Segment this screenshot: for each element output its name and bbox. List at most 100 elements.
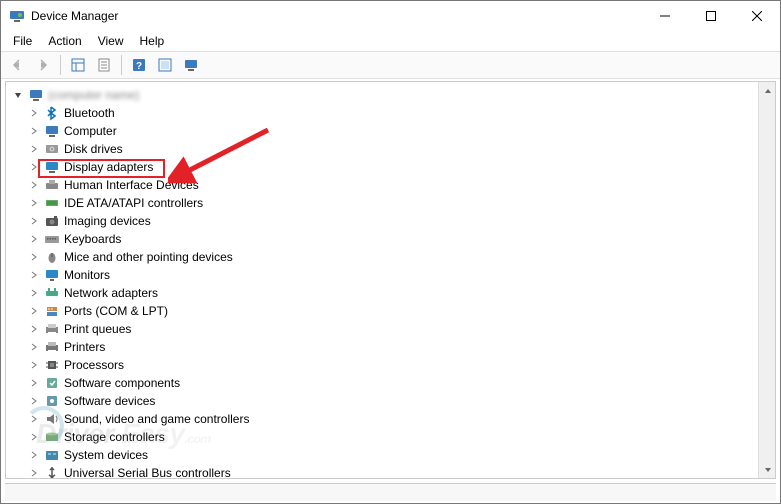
tree-item-label: Imaging devices — [64, 214, 151, 228]
tree-item-printqueue[interactable]: Print queues — [8, 320, 758, 338]
content-pane: (computer name) BluetoothComputerDisk dr… — [5, 81, 776, 479]
back-button[interactable] — [5, 53, 29, 77]
chevron-right-icon[interactable] — [28, 197, 40, 209]
tree-item-monitor[interactable]: Monitors — [8, 266, 758, 284]
tree-root[interactable]: (computer name) — [8, 86, 758, 104]
usb-icon — [44, 465, 60, 478]
forward-button[interactable] — [31, 53, 55, 77]
processor-icon — [44, 357, 60, 373]
tree-item-label: Universal Serial Bus controllers — [64, 466, 231, 478]
tree-item-label: Keyboards — [64, 232, 121, 246]
tree-item-display[interactable]: Display adapters — [8, 158, 758, 176]
statusbar — [5, 483, 776, 501]
close-button[interactable] — [734, 1, 780, 31]
window-title: Device Manager — [31, 9, 642, 23]
chevron-right-icon[interactable] — [28, 143, 40, 155]
tree-item-imaging[interactable]: Imaging devices — [8, 212, 758, 230]
titlebar: Device Manager — [1, 1, 780, 31]
printqueue-icon — [44, 321, 60, 337]
tree-item-bluetooth[interactable]: Bluetooth — [8, 104, 758, 122]
tree-item-mouse[interactable]: Mice and other pointing devices — [8, 248, 758, 266]
chevron-down-icon[interactable] — [12, 89, 24, 101]
toolbar-separator — [60, 55, 61, 75]
mouse-icon — [44, 249, 60, 265]
vertical-scrollbar[interactable] — [758, 82, 775, 478]
tree-item-ide[interactable]: IDE ATA/ATAPI controllers — [8, 194, 758, 212]
tree-item-label: IDE ATA/ATAPI controllers — [64, 196, 203, 210]
tree-item-hid[interactable]: Human Interface Devices — [8, 176, 758, 194]
help-button[interactable]: ? — [127, 53, 151, 77]
maximize-button[interactable] — [688, 1, 734, 31]
tree-item-softdev[interactable]: Software devices — [8, 392, 758, 410]
tree-item-computer[interactable]: Computer — [8, 122, 758, 140]
chevron-right-icon[interactable] — [28, 251, 40, 263]
chevron-right-icon[interactable] — [28, 323, 40, 335]
window-controls — [642, 1, 780, 31]
tree-item-printer[interactable]: Printers — [8, 338, 758, 356]
keyboard-icon — [44, 231, 60, 247]
software-icon — [44, 375, 60, 391]
storage-icon — [44, 429, 60, 445]
app-icon — [9, 8, 25, 24]
legacy-add-button[interactable] — [153, 53, 177, 77]
system-icon — [44, 447, 60, 463]
menu-help[interactable]: Help — [132, 32, 173, 50]
chevron-right-icon[interactable] — [28, 449, 40, 461]
menu-file[interactable]: File — [5, 32, 40, 50]
tree-item-label: Software devices — [64, 394, 155, 408]
chevron-right-icon[interactable] — [28, 413, 40, 425]
tree-item-label: Human Interface Devices — [64, 178, 199, 192]
softdev-icon — [44, 393, 60, 409]
tree-item-system[interactable]: System devices — [8, 446, 758, 464]
computer-icon — [44, 123, 60, 139]
chevron-right-icon[interactable] — [28, 179, 40, 191]
computer-icon — [28, 87, 44, 103]
tree-item-processor[interactable]: Processors — [8, 356, 758, 374]
printer-icon — [44, 339, 60, 355]
monitor-icon — [44, 267, 60, 283]
ide-icon — [44, 195, 60, 211]
chevron-right-icon[interactable] — [28, 305, 40, 317]
scroll-down-button[interactable] — [759, 461, 776, 478]
device-tree[interactable]: (computer name) BluetoothComputerDisk dr… — [6, 82, 758, 478]
chevron-right-icon[interactable] — [28, 431, 40, 443]
ports-icon — [44, 303, 60, 319]
toolbar: ? — [1, 51, 780, 79]
chevron-right-icon[interactable] — [28, 467, 40, 478]
show-hidden-button[interactable] — [66, 53, 90, 77]
svg-text:?: ? — [136, 61, 142, 72]
hid-icon — [44, 177, 60, 193]
disk-icon — [44, 141, 60, 157]
minimize-button[interactable] — [642, 1, 688, 31]
tree-item-network[interactable]: Network adapters — [8, 284, 758, 302]
chevron-right-icon[interactable] — [28, 125, 40, 137]
scroll-up-button[interactable] — [759, 82, 776, 99]
tree-item-storage[interactable]: Storage controllers — [8, 428, 758, 446]
menu-view[interactable]: View — [90, 32, 132, 50]
tree-item-disk[interactable]: Disk drives — [8, 140, 758, 158]
imaging-icon — [44, 213, 60, 229]
chevron-right-icon[interactable] — [28, 341, 40, 353]
chevron-right-icon[interactable] — [28, 107, 40, 119]
tree-item-sound[interactable]: Sound, video and game controllers — [8, 410, 758, 428]
chevron-right-icon[interactable] — [28, 215, 40, 227]
chevron-right-icon[interactable] — [28, 359, 40, 371]
chevron-right-icon[interactable] — [28, 233, 40, 245]
chevron-right-icon[interactable] — [28, 161, 40, 173]
chevron-right-icon[interactable] — [28, 377, 40, 389]
window-root: Device Manager File Action View Help ? ( — [0, 0, 781, 504]
chevron-right-icon[interactable] — [28, 395, 40, 407]
tree-item-ports[interactable]: Ports (COM & LPT) — [8, 302, 758, 320]
tree-item-keyboard[interactable]: Keyboards — [8, 230, 758, 248]
toolbar-separator — [121, 55, 122, 75]
menubar: File Action View Help — [1, 31, 780, 51]
scan-hardware-button[interactable] — [179, 53, 203, 77]
tree-item-usb[interactable]: Universal Serial Bus controllers — [8, 464, 758, 478]
tree-item-software[interactable]: Software components — [8, 374, 758, 392]
chevron-right-icon[interactable] — [28, 287, 40, 299]
menu-action[interactable]: Action — [40, 32, 89, 50]
tree-item-label: Ports (COM & LPT) — [64, 304, 168, 318]
chevron-right-icon[interactable] — [28, 269, 40, 281]
tree-item-label: System devices — [64, 448, 148, 462]
properties-button[interactable] — [92, 53, 116, 77]
